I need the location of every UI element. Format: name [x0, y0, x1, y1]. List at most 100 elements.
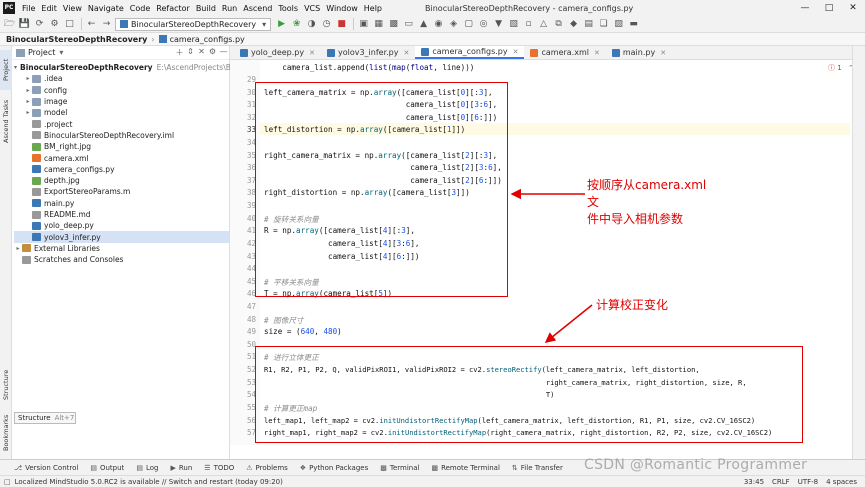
close-icon[interactable]: ✕	[513, 48, 519, 56]
stop-icon[interactable]: ■	[335, 18, 348, 31]
breadcrumb-project[interactable]: BinocularStereoDepthRecovery	[6, 35, 147, 44]
back-icon[interactable]: ←	[85, 18, 98, 31]
tab-yolov3-infer[interactable]: yolov3_infer.py ✕	[321, 46, 415, 59]
chevron-right-icon[interactable]: ▸	[24, 109, 32, 116]
open-folder-icon[interactable]: 🗁	[3, 18, 16, 31]
tab-camera-xml[interactable]: camera.xml ✕	[524, 46, 605, 59]
forward-icon[interactable]: →	[100, 18, 113, 31]
tree-item[interactable]: .project	[14, 118, 229, 129]
ascend-icon-19[interactable]: ▬	[627, 18, 640, 31]
chevron-right-icon[interactable]: ▸	[14, 245, 22, 252]
chevron-down-icon[interactable]: ▾	[59, 48, 63, 57]
tool-run[interactable]: ▶ Run	[170, 464, 192, 472]
chevron-right-icon[interactable]: ▸	[24, 87, 32, 94]
indent-setting[interactable]: 4 spaces	[826, 478, 857, 486]
tool-tab-project[interactable]: Project	[0, 50, 12, 90]
tool-version-control[interactable]: ⎇ Version Control	[14, 464, 78, 472]
ascend-icon-6[interactable]: ◉	[432, 18, 445, 31]
run-icon[interactable]: ▶	[275, 18, 288, 31]
close-icon[interactable]: ✕	[309, 49, 315, 57]
tab-yolo-deep[interactable]: yolo_deep.py ✕	[234, 46, 321, 59]
tool-terminal[interactable]: ▩ Terminal	[380, 464, 419, 472]
menu-window[interactable]: Window	[323, 4, 361, 13]
menu-ascend[interactable]: Ascend	[240, 4, 275, 13]
tree-item[interactable]: ▸ model	[14, 107, 229, 118]
tool-log[interactable]: ▤ Log	[136, 464, 158, 472]
menu-vcs[interactable]: VCS	[301, 4, 323, 13]
tree-external-libraries[interactable]: ▸ External Libraries	[14, 243, 229, 254]
ascend-icon-12[interactable]: ▫	[522, 18, 535, 31]
maximize-icon[interactable]: □	[817, 0, 841, 16]
tool-todo[interactable]: ☰ TODO	[204, 464, 234, 472]
project-panel-title[interactable]: Project	[28, 48, 55, 57]
tool-problems[interactable]: ⚠ Problems	[246, 464, 288, 472]
sync-icon[interactable]: ⟳	[33, 18, 46, 31]
box-icon[interactable]: □	[63, 18, 76, 31]
ascend-icon-2[interactable]: ▦	[372, 18, 385, 31]
debug-icon[interactable]: ❀	[290, 18, 303, 31]
file-encoding[interactable]: UTF-8	[798, 478, 818, 486]
ascend-icon-3[interactable]: ▩	[387, 18, 400, 31]
close-icon[interactable]: ✕	[404, 49, 410, 57]
error-indicator[interactable]: ⓘ 1 ⌃	[828, 63, 854, 73]
ascend-icon-11[interactable]: ▧	[507, 18, 520, 31]
breadcrumb-file[interactable]: camera_configs.py	[170, 35, 245, 44]
menu-code[interactable]: Code	[127, 4, 153, 13]
ascend-icon-15[interactable]: ◆	[567, 18, 580, 31]
tree-item[interactable]: BinocularStereoDepthRecovery.iml	[14, 130, 229, 141]
menu-edit[interactable]: Edit	[38, 4, 60, 13]
tree-scratches[interactable]: Scratches and Consoles	[14, 254, 229, 265]
ascend-icon-17[interactable]: ❏	[597, 18, 610, 31]
tab-camera-configs[interactable]: camera_configs.py ✕	[415, 46, 525, 59]
menu-help[interactable]: Help	[361, 4, 385, 13]
code-line[interactable]: size = (640, 480)	[264, 327, 342, 336]
tool-remote-terminal[interactable]: ▩ Remote Terminal	[431, 464, 499, 472]
coverage-icon[interactable]: ◑	[305, 18, 318, 31]
tree-item[interactable]: camera.xml	[14, 152, 229, 163]
gear-icon[interactable]: ⚙	[207, 47, 218, 58]
add-icon[interactable]: ＋	[174, 47, 185, 58]
chevron-right-icon[interactable]: ▸	[24, 75, 32, 82]
ascend-icon-8[interactable]: ▢	[462, 18, 475, 31]
settings-icon[interactable]: ⚙	[48, 18, 61, 31]
minimize-icon[interactable]: —	[793, 0, 817, 16]
ascend-icon-10[interactable]: ▼	[492, 18, 505, 31]
profile-icon[interactable]: ◷	[320, 18, 333, 31]
ascend-icon-5[interactable]: ▲	[417, 18, 430, 31]
run-config-select[interactable]: BinocularStereoDepthRecovery ▾	[115, 17, 272, 31]
tree-item[interactable]: depth.jpg	[14, 175, 229, 186]
hide-icon[interactable]: —	[218, 47, 229, 58]
menu-navigate[interactable]: Navigate	[85, 4, 127, 13]
ascend-icon-1[interactable]: ▣	[357, 18, 370, 31]
chevron-down-icon[interactable]: ▾	[14, 64, 17, 71]
ascend-icon-14[interactable]: ⧉	[552, 18, 565, 31]
tree-item[interactable]: main.py	[14, 198, 229, 209]
chevron-right-icon[interactable]: ▸	[24, 98, 32, 105]
tree-root[interactable]: ▾ BinocularStereoDepthRecovery E:\Ascend…	[14, 62, 246, 73]
code-comment[interactable]: # 图像尺寸	[264, 315, 304, 326]
tool-output[interactable]: ▤ Output	[90, 464, 124, 472]
menu-file[interactable]: File	[19, 4, 38, 13]
expand-all-icon[interactable]: ⇕	[185, 47, 196, 58]
close-icon[interactable]: ✕	[660, 49, 666, 57]
tree-item[interactable]: yolo_deep.py	[14, 220, 229, 231]
tree-item[interactable]: camera_configs.py	[14, 164, 229, 175]
status-message[interactable]: Localized MindStudio 5.0.RC2 is availabl…	[15, 478, 283, 486]
tool-python-packages[interactable]: ❖ Python Packages	[300, 464, 368, 472]
line-separator[interactable]: CRLF	[772, 478, 790, 486]
save-icon[interactable]: 💾	[18, 18, 31, 31]
menu-tools[interactable]: Tools	[275, 4, 301, 13]
tool-tab-bookmarks[interactable]: Bookmarks	[0, 411, 12, 455]
ascend-icon-13[interactable]: △	[537, 18, 550, 31]
tool-file-transfer[interactable]: ⇅ File Transfer	[512, 464, 563, 472]
collapse-all-icon[interactable]: ✕	[196, 47, 207, 58]
tree-item[interactable]: BM_right.jpg	[14, 141, 229, 152]
ascend-icon-9[interactable]: ◎	[477, 18, 490, 31]
tree-item[interactable]: ▸ config	[14, 85, 229, 96]
menu-run[interactable]: Run	[219, 4, 240, 13]
tree-item[interactable]: ExportStereoParams.m	[14, 186, 229, 197]
ascend-icon-18[interactable]: ▨	[612, 18, 625, 31]
menu-refactor[interactable]: Refactor	[153, 4, 193, 13]
ascend-icon-4[interactable]: ▭	[402, 18, 415, 31]
ascend-icon-16[interactable]: ▤	[582, 18, 595, 31]
